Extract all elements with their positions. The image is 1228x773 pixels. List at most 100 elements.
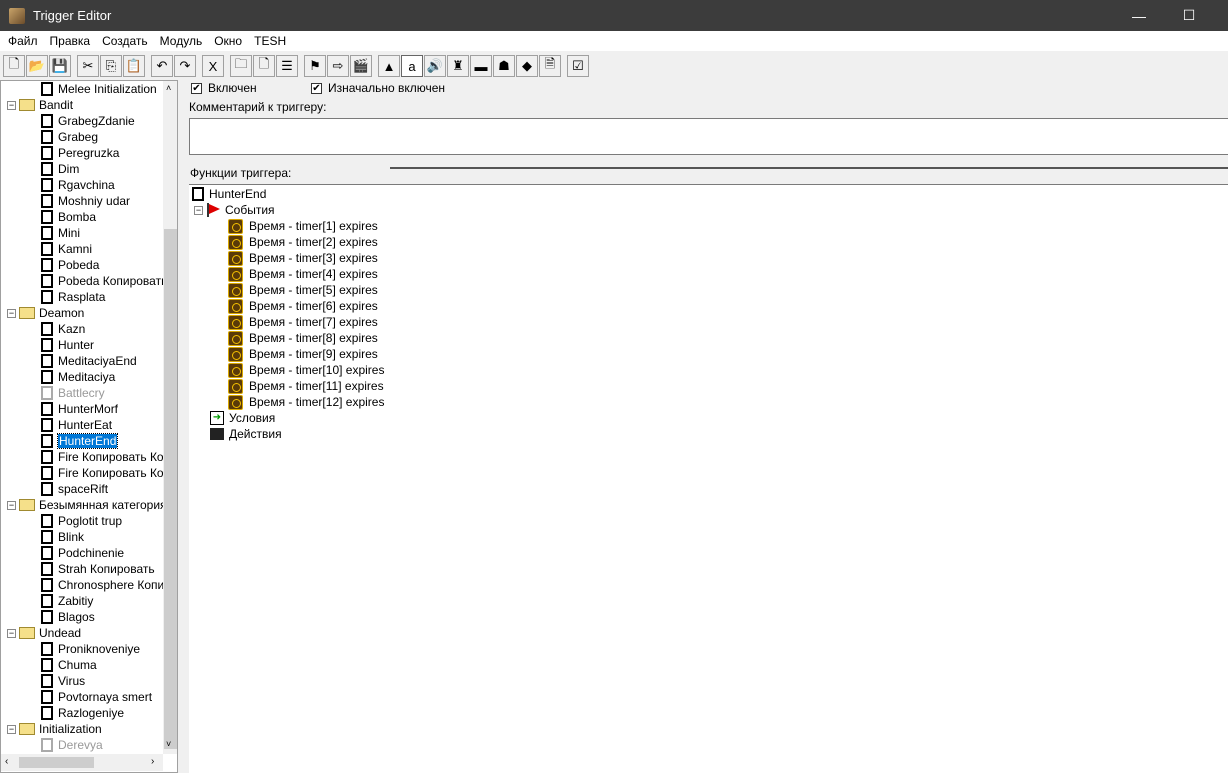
tree-trigger[interactable]: HunterEnd [41,433,119,449]
menu-5[interactable]: TESH [248,34,292,48]
tree-trigger[interactable]: Rasplata [41,289,105,305]
event-item[interactable]: Время - timer[5] expires [228,282,378,298]
tree-trigger[interactable]: Battlecry [41,385,105,401]
actions-node[interactable]: Действия [210,426,282,442]
event-item[interactable]: Время - timer[9] expires [228,346,378,362]
undo-button[interactable]: ↶ [151,55,173,77]
tree-trigger[interactable]: Bomba [41,209,96,225]
tree-trigger[interactable]: Blagos [41,609,95,625]
tree-trigger[interactable]: Chuma [41,657,97,673]
menu-2[interactable]: Создать [96,34,154,48]
tree-trigger[interactable]: Meditaciya [41,369,115,385]
ai-button[interactable]: ☗ [493,55,515,77]
tree-trigger[interactable]: MeditaciyaEnd [41,353,137,369]
tree-trigger[interactable]: Pobeda [41,257,99,273]
tree-trigger[interactable]: Rgavchina [41,177,115,193]
initially-enabled-checkbox[interactable]: ✔ Изначально включен [311,81,445,95]
collapse-icon[interactable]: − [7,724,16,734]
tree-trigger[interactable]: Blink [41,529,84,545]
script-button[interactable]: 🗎 [539,55,561,77]
tree-category[interactable]: − Deamon [7,305,84,321]
event-item[interactable]: Время - timer[1] expires [228,218,378,234]
tree-trigger[interactable]: Pobeda Копировать [41,273,167,289]
collapse-icon[interactable]: − [7,500,16,510]
trigger-root-node[interactable]: HunterEnd [192,186,266,202]
new-condition-button[interactable]: ⇨ [327,55,349,77]
tree-trigger[interactable]: Kazn [41,321,85,337]
event-item[interactable]: Время - timer[10] expires [228,362,384,378]
event-item[interactable]: Время - timer[12] expires [228,394,384,410]
new-comment-button[interactable]: ☰ [276,55,298,77]
tree-trigger[interactable]: Strah Копировать [41,561,155,577]
tree-trigger[interactable]: Hunter [41,337,94,353]
minimize-button[interactable]: — [1116,0,1162,31]
open-button[interactable]: 📂 [26,55,48,77]
event-item[interactable]: Время - timer[6] expires [228,298,378,314]
menu-1[interactable]: Правка [44,34,97,48]
new-action-button[interactable]: 🎬 [350,55,372,77]
tree-trigger[interactable]: Zabitiy [41,593,93,609]
tree-trigger[interactable]: GrabegZdanie [41,113,135,129]
tree-trigger[interactable]: Grabeg [41,129,98,145]
save-button[interactable]: 💾 [49,55,71,77]
event-item[interactable]: Время - timer[3] expires [228,250,378,266]
comment-input[interactable] [189,118,1228,155]
menu-3[interactable]: Модуль [154,34,209,48]
tree-category[interactable]: − Bandit [7,97,73,113]
enabled-checkbox[interactable]: ✔ Включен [191,81,257,95]
event-item[interactable]: Время - timer[2] expires [228,234,378,250]
tree-trigger[interactable]: Derevya [41,737,103,753]
new-button[interactable]: 🗋 [3,55,25,77]
event-item[interactable]: Время - timer[8] expires [228,330,378,346]
new-trigger-button[interactable]: 🗋 [253,55,275,77]
object-button[interactable]: ▬ [470,55,492,77]
import-button[interactable]: ◆ [516,55,538,77]
tree-trigger[interactable]: Povtornaya smert [41,689,152,705]
tree-trigger[interactable]: Razlogeniye [41,705,124,721]
scroll-left-icon[interactable]: ‹ [5,756,8,767]
event-item[interactable]: Время - timer[11] expires [228,378,384,394]
paste-button[interactable]: 📋 [123,55,145,77]
tree-trigger[interactable]: HunterMorf [41,401,118,417]
tree-trigger[interactable]: Fire Копировать Копировать [41,449,177,465]
unit-button[interactable]: ♜ [447,55,469,77]
horizontal-scroll-thumb[interactable] [19,757,94,768]
tree-trigger[interactable]: spaceRift [41,481,108,497]
cut-button[interactable]: ✂ [77,55,99,77]
event-item[interactable]: Время - timer[4] expires [228,266,378,282]
sound-button[interactable]: 🔊 [424,55,446,77]
collapse-icon[interactable]: − [194,205,203,215]
tree-trigger[interactable]: Proniknoveniye [41,641,140,657]
tree-trigger[interactable]: Melee Initialization [41,81,157,97]
maximize-button[interactable]: ☐ [1166,0,1212,31]
splitter[interactable] [390,167,1228,169]
tree-trigger[interactable]: Kamni [41,241,92,257]
tree-trigger[interactable]: Poglotit trup [41,513,122,529]
redo-button[interactable]: ↷ [174,55,196,77]
new-category-button[interactable]: 🗀 [230,55,252,77]
test-map-button[interactable]: ☑ [567,55,589,77]
tree-category[interactable]: − Initialization [7,721,102,737]
vertical-scroll-thumb[interactable] [164,229,177,749]
menu-0[interactable]: Файл [2,34,44,48]
tree-trigger[interactable]: Mini [41,225,80,241]
tree-trigger[interactable]: HunterEat [41,417,112,433]
tree-trigger[interactable]: Peregruzka [41,145,119,161]
events-node[interactable]: − События [194,202,275,218]
scroll-down-icon[interactable]: ˅ [166,739,171,749]
copy-button[interactable]: ⎘ [100,55,122,77]
tree-category[interactable]: − Undead [7,625,81,641]
tree-trigger[interactable]: Fire Копировать Копировать [41,465,177,481]
collapse-icon[interactable]: − [7,100,16,110]
tree-trigger[interactable]: Podchinenie [41,545,124,561]
tree-trigger[interactable]: Dim [41,161,79,177]
conditions-node[interactable]: ➜ Условия [210,410,275,426]
terrain-button[interactable]: ▲ [378,55,400,77]
collapse-icon[interactable]: − [7,628,16,638]
new-event-button[interactable]: ⚑ [304,55,326,77]
tree-trigger[interactable]: Moshniy udar [41,193,130,209]
tree-category[interactable]: − Безымянная категория [7,497,167,513]
menu-4[interactable]: Окно [208,34,248,48]
tree-trigger[interactable]: Chronosphere Копировать [41,577,177,593]
tree-trigger[interactable]: Virus [41,673,85,689]
